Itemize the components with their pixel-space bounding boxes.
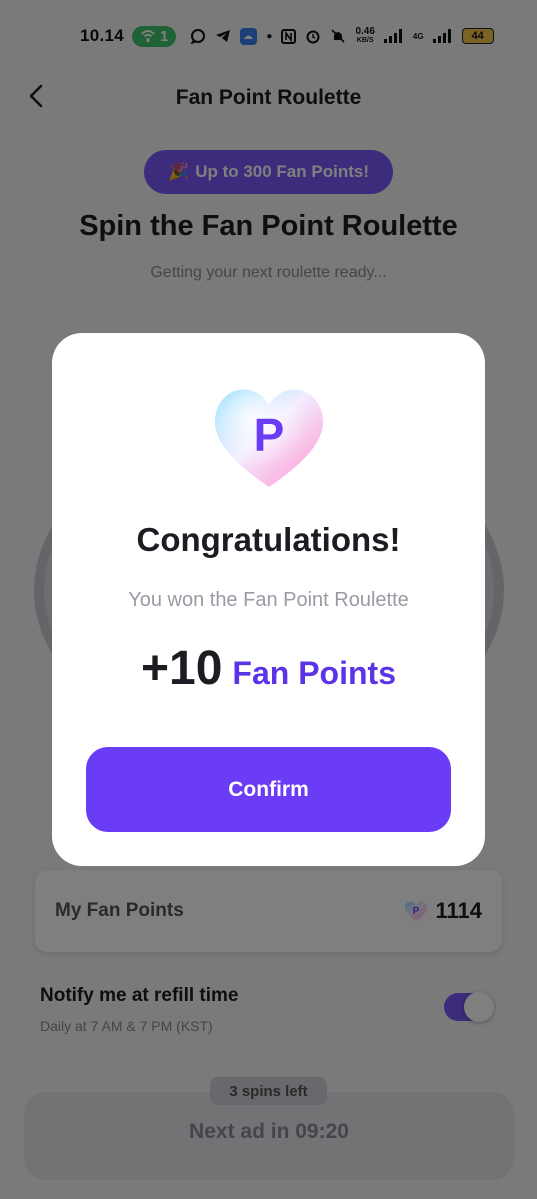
modal-title: Congratulations! [136,521,401,558]
reward-unit: Fan Points [232,655,396,691]
fan-point-heart-large-icon: P [214,389,324,487]
modal-subtitle: You won the Fan Point Roulette [128,589,409,611]
congratulations-modal: P Congratulations! You won the Fan Point… [52,333,485,866]
confirm-button[interactable]: Confirm [86,747,451,832]
screen: 10.14 1 ● [0,0,537,1199]
reward-amount: +10 [141,642,223,695]
reward-row: +10 Fan Points [52,641,485,696]
heart-letter: P [254,409,285,461]
